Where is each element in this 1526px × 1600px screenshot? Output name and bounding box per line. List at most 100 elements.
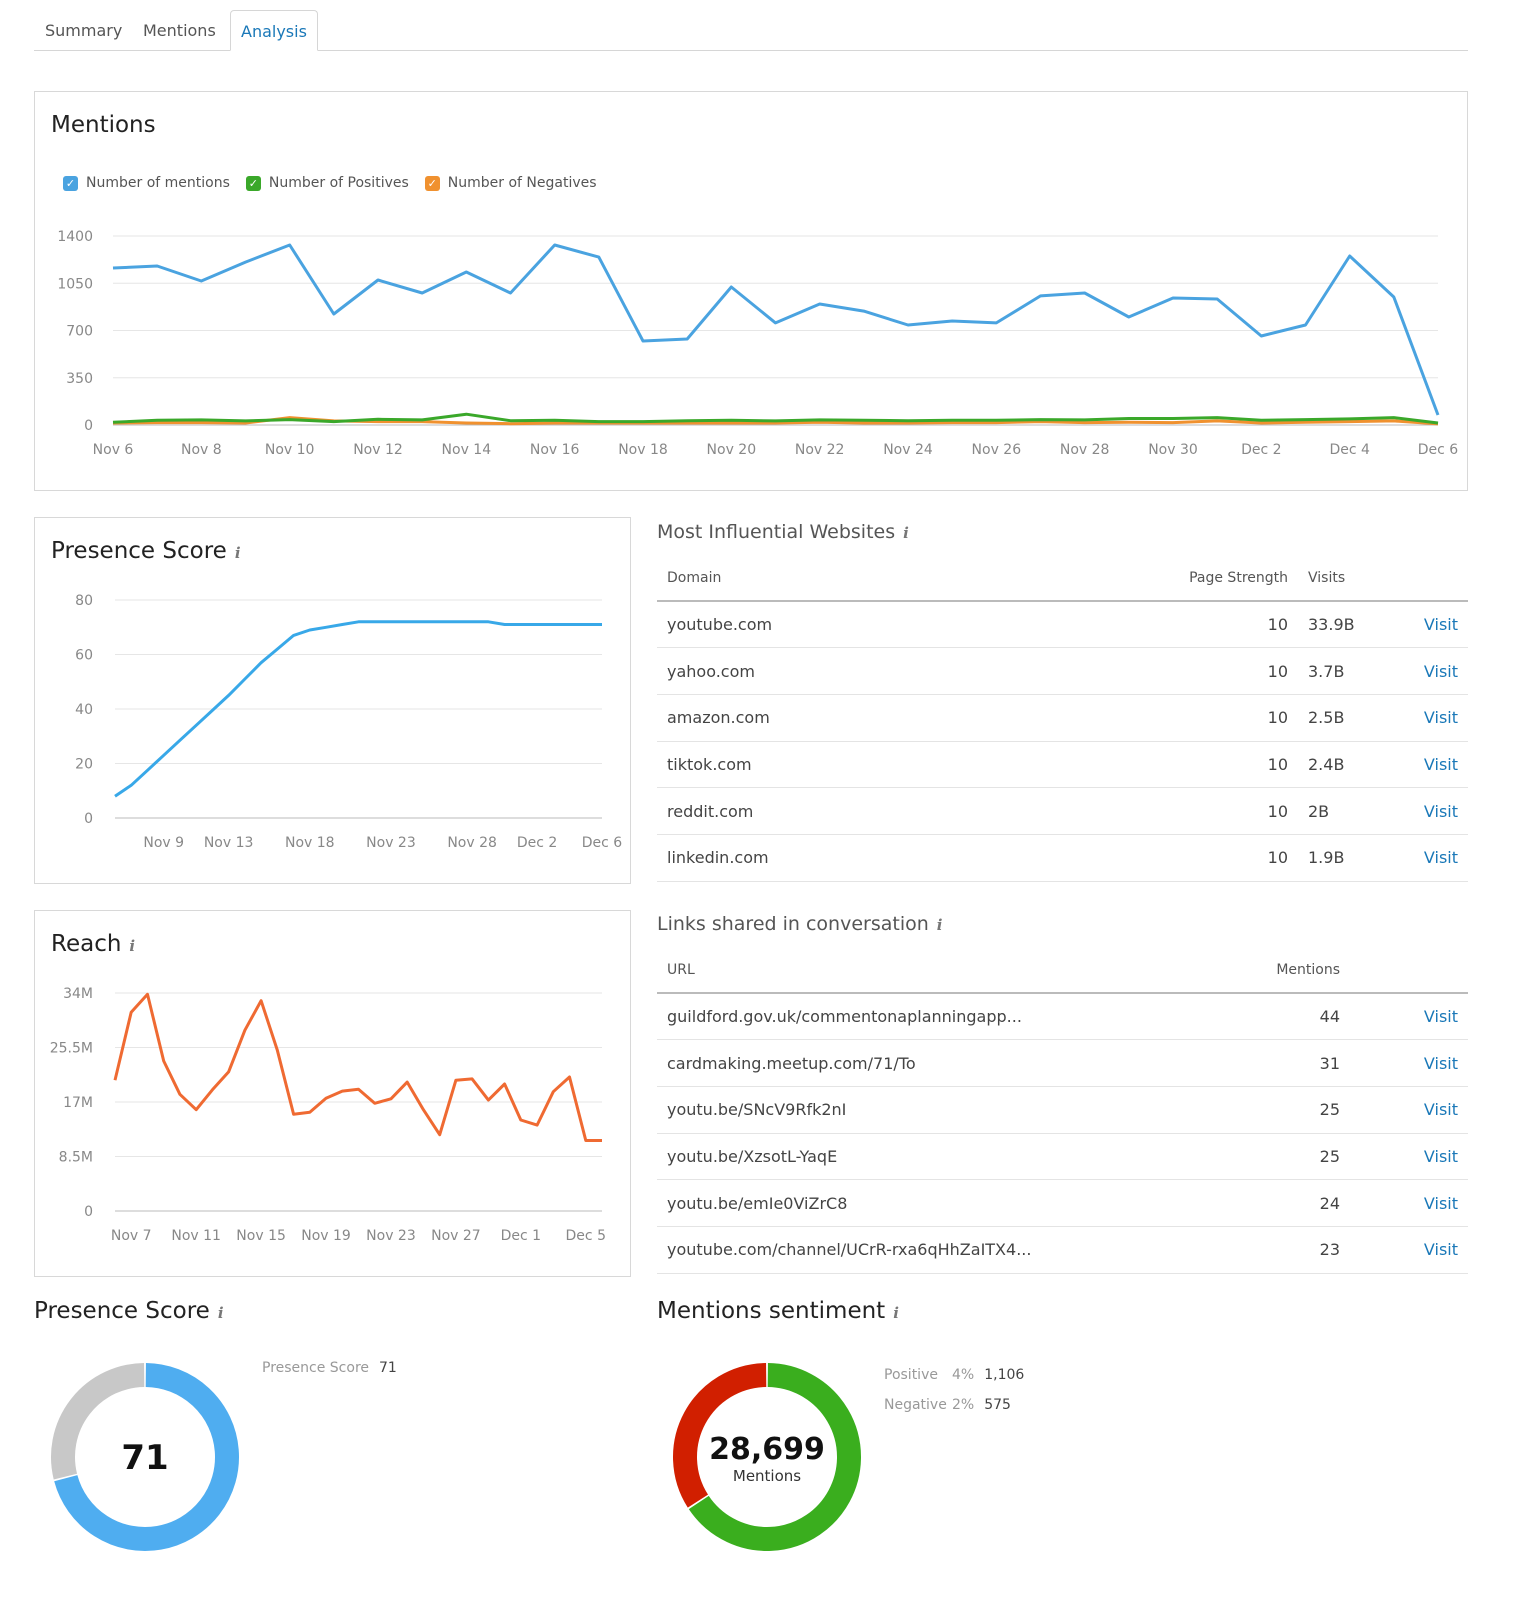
reach-title-text: Reach (51, 931, 122, 957)
sentiment-donut-title: Mentions sentiment i (657, 1298, 899, 1324)
table-header: Domain Page Strength Visits (657, 555, 1468, 602)
strength-cell: 10 (1158, 647, 1298, 695)
legend-negatives[interactable]: ✓ Number of Negatives (424, 175, 597, 191)
x-tick-label: Nov 24 (883, 442, 933, 458)
visit-link[interactable]: Visit (1350, 993, 1468, 1041)
y-tick-label: 700 (66, 324, 93, 340)
mentions-cell: 44 (1210, 993, 1350, 1041)
table-header: URL Mentions (657, 947, 1468, 994)
websites-table: Domain Page Strength Visits youtube.com 1… (657, 555, 1468, 882)
domain-cell: reddit.com (657, 787, 1158, 835)
y-tick-label: 0 (84, 418, 93, 434)
x-tick-label: Dec 1 (501, 1228, 541, 1244)
x-tick-label: Nov 23 (366, 835, 416, 851)
col-url[interactable]: URL (657, 947, 1210, 994)
legend-positives[interactable]: ✓ Number of Positives (245, 175, 409, 191)
col-visits[interactable]: Visits (1298, 555, 1408, 602)
url-cell: youtube.com/channel/UCrR-rxa6qHhZaITX4..… (657, 1226, 1210, 1274)
visits-cell: 3.7B (1298, 647, 1408, 695)
sentiment-donut-legend: Positive 4% 1,106 Negative 2% 575 (884, 1360, 1024, 1420)
visit-link[interactable]: Visit (1350, 1086, 1468, 1134)
strength-cell: 10 (1158, 601, 1298, 649)
legend-label: Positive (884, 1367, 938, 1383)
table-row: guildford.gov.uk/commentonaplanningapp..… (657, 993, 1468, 1041)
y-tick-label: 60 (75, 648, 93, 664)
visit-link[interactable]: Visit (1408, 741, 1468, 789)
col-mentions[interactable]: Mentions (1210, 947, 1350, 994)
info-icon[interactable]: i (218, 1304, 224, 1322)
legend-positive: Positive 4% 1,106 (884, 1360, 1024, 1390)
tab-mentions[interactable]: Mentions (133, 10, 226, 51)
visit-link[interactable]: Visit (1350, 1133, 1468, 1181)
x-tick-label: Nov 23 (366, 1228, 416, 1244)
info-icon[interactable]: i (129, 937, 135, 955)
col-page-strength[interactable]: Page Strength (1158, 555, 1298, 602)
legend-percent: 2% (952, 1397, 975, 1413)
table-row: youtu.be/emIe0ViZrC8 24 Visit (657, 1179, 1468, 1227)
mentions-card-title: Mentions (51, 112, 156, 138)
presence-donut-legend: Presence Score 71 (262, 1360, 397, 1376)
legend-label: Number of mentions (86, 175, 230, 191)
legend-label: Negative (884, 1397, 947, 1413)
donut-center-value: 71 (121, 1438, 168, 1478)
table-row: cardmaking.meetup.com/71/To 31 Visit (657, 1039, 1468, 1087)
domain-cell: yahoo.com (657, 647, 1158, 695)
x-tick-label: Nov 19 (301, 1228, 351, 1244)
x-tick-label: Dec 6 (1418, 442, 1459, 458)
visit-link[interactable]: Visit (1408, 647, 1468, 695)
legend-negative: Negative 2% 575 (884, 1390, 1024, 1420)
x-tick-label: Dec 6 (582, 835, 623, 851)
info-icon[interactable]: i (937, 916, 943, 934)
presence-donut-title: Presence Score i (34, 1298, 224, 1324)
x-tick-label: Nov 8 (181, 442, 222, 458)
reach-chart: 0 8.5M 17M 25.5M 34M Nov 7 Nov 11 Nov 15 Nov 19 N… (50, 986, 606, 1244)
x-tick-label: Nov 9 (143, 835, 184, 851)
visit-link[interactable]: Visit (1350, 1039, 1468, 1087)
x-tick-label: Nov 27 (431, 1228, 481, 1244)
y-tick-label: 0 (84, 1204, 93, 1220)
url-cell: youtu.be/SNcV9Rfk2nI (657, 1086, 1210, 1134)
checkbox-checked-icon[interactable]: ✓ (63, 175, 78, 191)
visit-link[interactable]: Visit (1350, 1226, 1468, 1274)
tab-bar: Summary Mentions Analysis (34, 10, 1468, 51)
x-tick-label: Nov 14 (442, 442, 492, 458)
donut-center-label: Mentions (733, 1467, 801, 1485)
visit-link[interactable]: Visit (1408, 601, 1468, 649)
table-row: youtube.com/channel/UCrR-rxa6qHhZaITX4..… (657, 1226, 1468, 1274)
checkbox-checked-icon[interactable]: ✓ (245, 175, 261, 191)
mentions-legend: ✓ Number of mentions ✓ Number of Positiv… (63, 175, 597, 191)
visits-cell: 2B (1298, 787, 1408, 835)
visit-link[interactable]: Visit (1350, 1179, 1468, 1227)
col-domain[interactable]: Domain (657, 555, 1158, 602)
series-line-reach (113, 992, 602, 1142)
x-tick-label: Dec 4 (1329, 442, 1370, 458)
strength-cell: 10 (1158, 741, 1298, 789)
domain-cell: amazon.com (657, 694, 1158, 742)
reach-card-title: Reach i (51, 931, 135, 957)
presence-card-title: Presence Score i (51, 538, 241, 564)
legend-percent: 4% (952, 1367, 975, 1383)
mentions-cell: 25 (1210, 1133, 1350, 1181)
domain-cell: youtube.com (657, 601, 1158, 649)
tab-summary[interactable]: Summary (35, 10, 132, 51)
info-icon[interactable]: i (903, 524, 909, 542)
x-tick-label: Nov 12 (353, 442, 403, 458)
mentions-cell: 24 (1210, 1179, 1350, 1227)
visit-link[interactable]: Visit (1408, 834, 1468, 882)
x-tick-label: Nov 20 (707, 442, 757, 458)
visit-link[interactable]: Visit (1408, 694, 1468, 742)
visit-link[interactable]: Visit (1408, 787, 1468, 835)
info-icon[interactable]: i (893, 1304, 899, 1322)
presence-chart: 0 20 40 60 80 Nov 9 Nov 13 Nov 18 Nov 23 Nov 28 De… (75, 593, 623, 851)
info-icon[interactable]: i (235, 544, 241, 562)
legend-mentions[interactable]: ✓ Number of mentions (63, 175, 230, 191)
y-tick-label: 17M (63, 1095, 93, 1111)
table-row: linkedin.com 10 1.9B Visit (657, 834, 1468, 882)
checkbox-checked-icon[interactable]: ✓ (424, 175, 440, 191)
tab-analysis[interactable]: Analysis (230, 10, 318, 51)
links-table: URL Mentions guildford.gov.uk/commentona… (657, 947, 1468, 1274)
legend-value: 575 (984, 1397, 1011, 1413)
x-tick-label: Nov 6 (93, 442, 134, 458)
table-row: reddit.com 10 2B Visit (657, 787, 1468, 835)
y-tick-label: 350 (66, 371, 93, 387)
